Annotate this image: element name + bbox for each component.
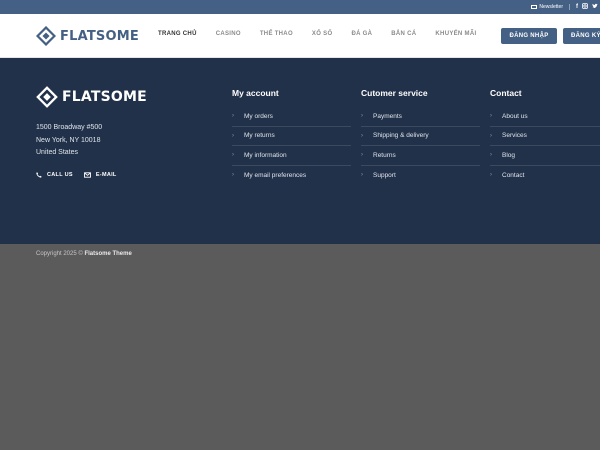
twitter-icon[interactable] xyxy=(592,3,598,11)
footer-link[interactable]: › Services xyxy=(490,127,600,146)
footer-link[interactable]: › My orders xyxy=(232,107,351,127)
nav-item-promotions[interactable]: KHUYẾN MÃI xyxy=(435,31,476,37)
footer-link[interactable]: › Returns xyxy=(361,146,480,166)
top-bar: Newsletter f xyxy=(0,0,600,14)
nav-item-casino[interactable]: CASINO xyxy=(216,31,241,37)
nav-item-home[interactable]: TRANG CHỦ xyxy=(158,31,197,37)
link-list: › About us › Services › Blog › Contact xyxy=(490,107,600,185)
logo-mark-icon xyxy=(36,86,58,108)
footer-column-my-account: My account › My orders › My returns › My in… xyxy=(232,88,351,185)
footer-link-label: Payments xyxy=(373,112,402,120)
mail-icon xyxy=(83,172,91,178)
footer-address: 1500 Broadway #500 New York, NY 10018 Un… xyxy=(36,122,102,160)
chevron-right-icon: › xyxy=(361,132,363,139)
address-line: United States xyxy=(36,149,79,156)
mail-icon xyxy=(531,5,538,9)
copyright-bar: Copyright 2025 © Flatsome Theme xyxy=(0,244,600,266)
footer: FLATSOME 1500 Broadway #500 New York, NY… xyxy=(0,58,600,244)
address-line: 1500 Broadway #500 xyxy=(36,124,103,131)
top-bar-right: Newsletter f xyxy=(531,2,598,12)
nav-item-cockfight[interactable]: ĐÁ GÀ xyxy=(351,31,372,37)
instagram-icon[interactable] xyxy=(582,3,588,11)
footer-link-label: Shipping & delivery xyxy=(373,132,429,140)
chevron-right-icon: › xyxy=(232,132,234,139)
chevron-right-icon: › xyxy=(232,152,234,159)
logo-text: FLATSOME xyxy=(60,28,139,44)
chevron-right-icon: › xyxy=(361,113,363,120)
footer-contact-links: CALL US E-MAIL xyxy=(36,172,117,178)
footer-column-customer-service: Cutomer service › Payments › Shipping & de… xyxy=(361,88,480,185)
footer-logo-text: FLATSOME xyxy=(62,89,147,105)
copyright-prefix: Copyright 2025 © xyxy=(36,251,83,257)
email-label: E-MAIL xyxy=(95,172,117,178)
chevron-right-icon: › xyxy=(232,113,234,120)
email-link[interactable]: E-MAIL xyxy=(83,172,117,178)
footer-link-label: My email preferences xyxy=(244,171,307,179)
footer-link-label: Services xyxy=(502,132,527,140)
facebook-icon[interactable]: f xyxy=(576,4,578,10)
column-title: Contact xyxy=(490,88,522,98)
footer-logo[interactable]: FLATSOME xyxy=(36,86,147,108)
chevron-right-icon: › xyxy=(490,172,492,179)
main-header: FLATSOME TRANG CHỦ CASINO THỂ THAO XỔ SỐ… xyxy=(0,14,600,58)
top-bar-divider xyxy=(569,4,570,10)
chevron-right-icon: › xyxy=(361,172,363,179)
register-button[interactable]: ĐĂNG KÝ xyxy=(563,28,600,44)
footer-link-label: Blog xyxy=(502,151,516,159)
login-button[interactable]: ĐĂNG NHẬP xyxy=(501,28,557,44)
footer-column-contact: Contact › About us › Services › Blog › Conta… xyxy=(490,88,600,185)
address-line: New York, NY 10018 xyxy=(36,136,101,144)
footer-link[interactable]: › My returns xyxy=(232,127,351,146)
call-us-link[interactable]: CALL US xyxy=(36,172,73,178)
copyright-theme-link[interactable]: Flatsome Theme xyxy=(84,251,131,257)
nav-item-lottery[interactable]: XỔ SỐ xyxy=(312,31,333,37)
footer-link[interactable]: › My email preferences xyxy=(232,166,351,186)
main-nav: TRANG CHỦ CASINO THỂ THAO XỔ SỐ ĐÁ GÀ BẮ… xyxy=(158,31,495,37)
logo-mark-icon xyxy=(36,26,56,46)
phone-icon xyxy=(36,172,42,178)
footer-link[interactable]: › Payments xyxy=(361,107,480,127)
newsletter-link[interactable]: Newsletter xyxy=(531,4,563,10)
footer-link-label: My information xyxy=(244,151,287,159)
footer-link[interactable]: › Blog xyxy=(490,146,600,166)
header-logo[interactable]: FLATSOME xyxy=(36,26,139,46)
footer-link-label: About us xyxy=(502,112,528,120)
footer-link-label: Returns xyxy=(373,151,396,159)
newsletter-label: Newsletter xyxy=(539,4,563,10)
link-list: › Payments › Shipping & delivery › Returns … xyxy=(361,107,480,185)
link-list: › My orders › My returns › My information ›… xyxy=(232,107,351,185)
nav-item-fishing[interactable]: BẮN CÁ xyxy=(391,31,416,37)
chevron-right-icon: › xyxy=(490,132,492,139)
footer-link[interactable]: › Contact xyxy=(490,166,600,186)
footer-link[interactable]: › About us xyxy=(490,107,600,127)
chevron-right-icon: › xyxy=(361,152,363,159)
nav-item-sports[interactable]: THỂ THAO xyxy=(260,31,293,37)
footer-link[interactable]: › My information xyxy=(232,146,351,166)
chevron-right-icon: › xyxy=(490,152,492,159)
footer-link-label: My orders xyxy=(244,112,273,120)
footer-link-label: My returns xyxy=(244,132,275,140)
chevron-right-icon: › xyxy=(232,172,234,179)
footer-link-label: Support xyxy=(373,171,396,179)
column-title: My account xyxy=(232,88,279,98)
footer-link[interactable]: › Shipping & delivery xyxy=(361,127,480,146)
copyright-text: Copyright 2025 © Flatsome Theme xyxy=(36,251,132,257)
footer-link-label: Contact xyxy=(502,171,525,179)
column-title: Cutomer service xyxy=(361,88,428,98)
chevron-right-icon: › xyxy=(490,113,492,120)
call-us-label: CALL US xyxy=(47,172,73,178)
footer-link[interactable]: › Support xyxy=(361,166,480,186)
